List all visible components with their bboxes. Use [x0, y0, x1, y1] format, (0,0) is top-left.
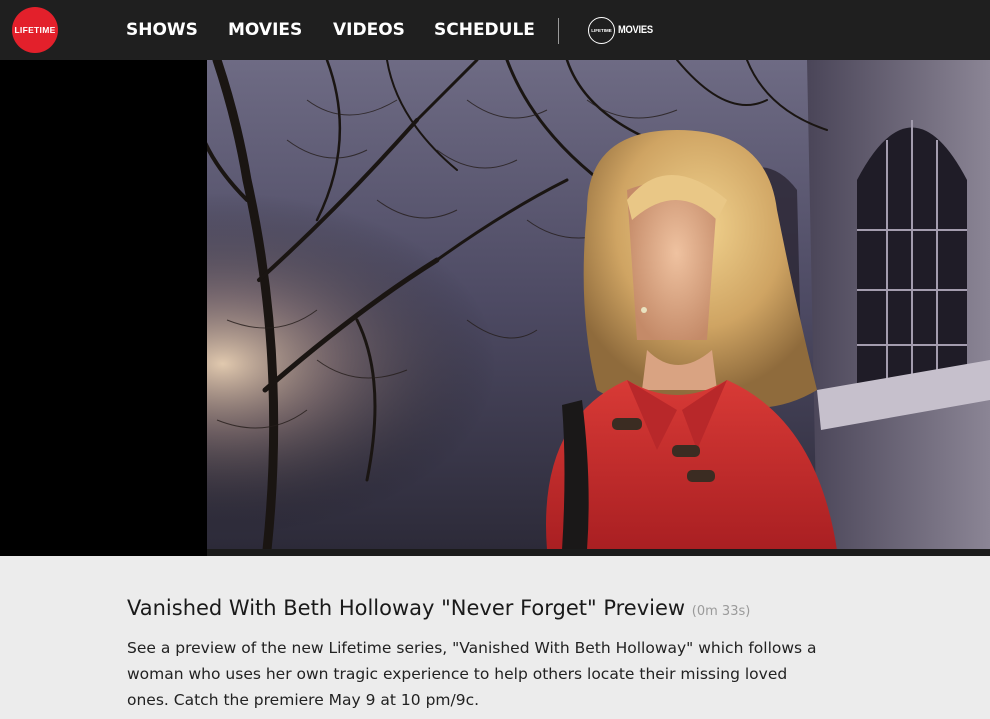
lifetime-movies-circle-text: LIFETIME: [591, 27, 612, 33]
video-still-image: [207, 60, 990, 550]
video-player[interactable]: [207, 60, 990, 550]
video-info: Vanished With Beth Holloway "Never Forge…: [127, 591, 827, 713]
nav-divider: [558, 18, 559, 44]
lifetime-movies-circle-icon: LIFETIME: [588, 16, 615, 44]
nav-shows[interactable]: SHOWS: [126, 18, 198, 42]
video-title-text: Vanished With Beth Holloway "Never Forge…: [127, 596, 686, 620]
nav-movies[interactable]: MOVIES: [228, 18, 302, 42]
lifetime-movies-text: MOVIES: [618, 24, 653, 36]
lifetime-logo[interactable]: LIFETIME: [12, 7, 58, 53]
video-progress-bar[interactable]: [207, 549, 990, 556]
nav-schedule[interactable]: SCHEDULE: [434, 18, 535, 42]
lifetime-movies-logo[interactable]: LIFETIME MOVIES: [588, 15, 659, 45]
top-navigation-bar: LIFETIME SHOWS MOVIES VIDEOS SCHEDULE LI…: [0, 0, 990, 60]
video-duration: (0m 33s): [691, 604, 751, 619]
nav-videos[interactable]: VIDEOS: [333, 18, 405, 42]
video-title: Vanished With Beth Holloway "Never Forge…: [127, 591, 827, 629]
video-description: See a preview of the new Lifetime series…: [127, 639, 817, 709]
lifetime-logo-text: LIFETIME: [14, 25, 56, 35]
